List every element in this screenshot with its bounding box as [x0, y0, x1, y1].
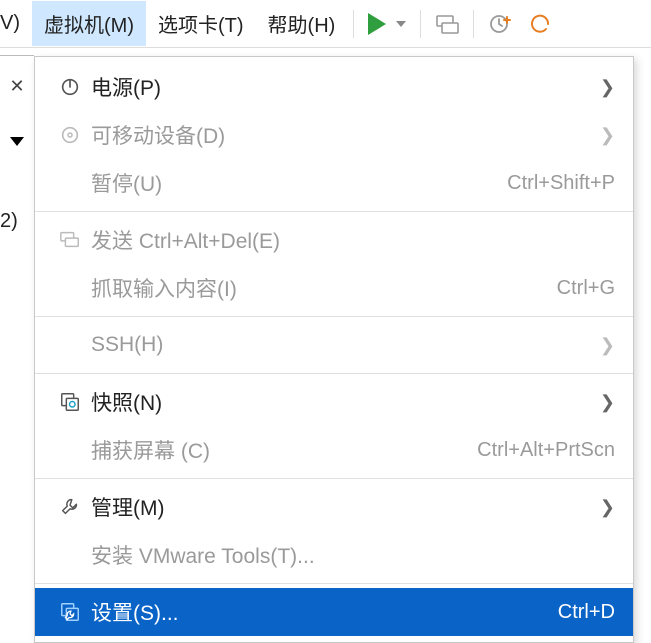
send-cad-icon [435, 12, 459, 36]
menu-help[interactable]: 帮助(H) [256, 1, 348, 46]
menu-item-label: 暂停(U) [91, 168, 495, 198]
tab-close-button[interactable]: ✕ [9, 76, 24, 97]
chevron-right-icon: ❯ [600, 392, 615, 413]
menu-item-install-vmware-tools[interactable]: 安装 VMware Tools(T)... [35, 531, 633, 579]
play-icon [368, 13, 386, 35]
menu-item-label: 抓取输入内容(I) [91, 273, 545, 303]
menu-item-label: 快照(N) [91, 387, 588, 417]
menu-separator [35, 316, 633, 317]
menu-separator [35, 583, 633, 584]
menu-item-label: 发送 Ctrl+Alt+Del(E) [91, 225, 615, 255]
menubar: V) 虚拟机(M) 选项卡(T) 帮助(H) [0, 0, 651, 48]
menu-item-shortcut: Ctrl+D [558, 601, 615, 624]
clock-plus-icon [488, 12, 512, 36]
menu-item-label: 安装 VMware Tools(T)... [91, 540, 615, 570]
chevron-right-icon: ❯ [600, 497, 615, 518]
menu-vm[interactable]: 虚拟机(M) [32, 1, 146, 46]
menu-item-manage[interactable]: 管理(M) ❯ [35, 483, 633, 531]
dropdown-caret-icon[interactable] [10, 137, 24, 146]
menu-item-label: SSH(H) [91, 333, 588, 357]
menu-item-label: 设置(S)... [91, 597, 546, 627]
menu-item-shortcut: Ctrl+G [557, 277, 615, 300]
menu-tabs[interactable]: 选项卡(T) [146, 1, 256, 46]
menu-item-snapshot[interactable]: 快照(N) ❯ [35, 378, 633, 426]
snapshot-icon [59, 391, 81, 413]
wrench-icon [59, 496, 81, 518]
revert-toolbar-button[interactable] [520, 6, 552, 42]
disc-icon [59, 124, 81, 146]
menu-item-shortcut: Ctrl+Alt+PrtScn [477, 439, 615, 462]
menu-item-label: 可移动设备(D) [91, 120, 588, 150]
menubar-separator [420, 10, 421, 38]
vm-dropdown-menu: 电源(P) ❯ 可移动设备(D) ❯ 暂停(U) Ctrl+Shift+P 发送… [34, 56, 634, 643]
menu-item-capture-screen[interactable]: 捕获屏幕 (C) Ctrl+Alt+PrtScn [35, 426, 633, 474]
menu-separator [35, 373, 633, 374]
revert-icon [528, 12, 552, 36]
menu-item-pause[interactable]: 暂停(U) Ctrl+Shift+P [35, 159, 633, 207]
chevron-right-icon: ❯ [600, 335, 615, 356]
menu-item-settings[interactable]: 设置(S)... Ctrl+D [35, 588, 633, 636]
menu-item-ssh[interactable]: SSH(H) ❯ [35, 321, 633, 369]
chevron-down-icon [396, 21, 406, 27]
menu-item-label: 电源(P) [91, 72, 588, 102]
power-icon [59, 76, 81, 98]
send-cad-icon [59, 229, 81, 251]
menu-item-shortcut: Ctrl+Shift+P [507, 172, 615, 195]
menu-item-label: 管理(M) [91, 492, 588, 522]
left-number-fragment: 2) [0, 210, 18, 233]
menu-item-grab-input[interactable]: 抓取输入内容(I) Ctrl+G [35, 264, 633, 312]
left-strip: ✕ [0, 48, 34, 146]
send-cad-toolbar-button[interactable] [427, 6, 467, 42]
menu-separator [35, 211, 633, 212]
menu-item-removable-devices[interactable]: 可移动设备(D) ❯ [35, 111, 633, 159]
chevron-right-icon: ❯ [600, 125, 615, 146]
snapshot-toolbar-button[interactable] [480, 6, 520, 42]
menu-item-label: 捕获屏幕 (C) [91, 435, 465, 465]
menubar-separator [353, 10, 354, 38]
menu-item-power[interactable]: 电源(P) ❯ [35, 63, 633, 111]
play-button[interactable] [360, 9, 414, 39]
chevron-right-icon: ❯ [600, 77, 615, 98]
menubar-separator [473, 10, 474, 38]
menu-view-partial[interactable]: V) [0, 4, 32, 43]
menu-separator [35, 478, 633, 479]
menu-item-send-cad[interactable]: 发送 Ctrl+Alt+Del(E) [35, 216, 633, 264]
settings-icon [59, 601, 81, 623]
